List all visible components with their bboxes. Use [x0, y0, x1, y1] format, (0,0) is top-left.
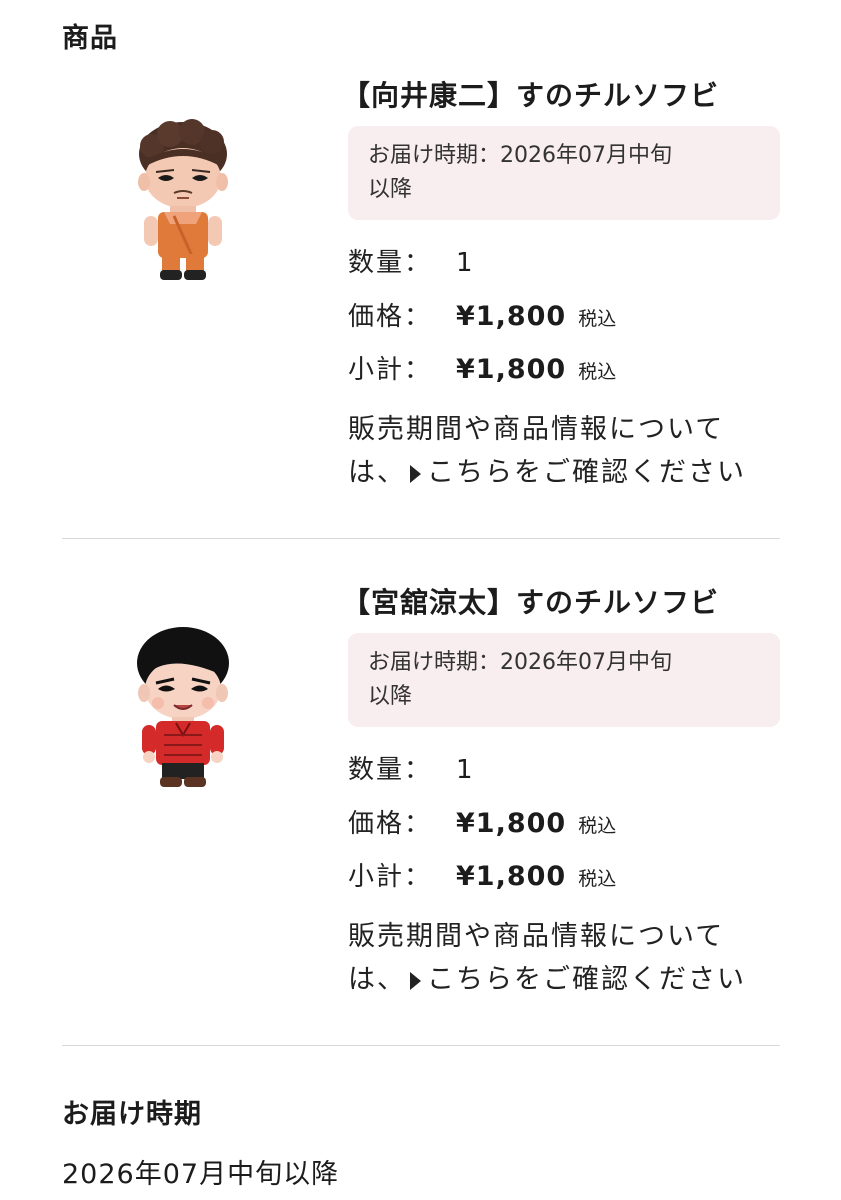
tax-included-label: 税込 [578, 868, 617, 890]
product-info: 【向井康二】すのチルソフビ お届け時期：2026年07月中旬 以降 数量： 1 … [342, 74, 780, 494]
product-image-figure-icon[interactable] [118, 116, 248, 286]
subtotal-label: 小計： [348, 355, 433, 385]
note-line-with-link: は、 こちらをご確認ください [348, 958, 778, 1001]
quantity-value: 1 [456, 248, 474, 278]
caret-right-icon [410, 972, 421, 990]
product-info-note: 販売期間や商品情報について は、 こちらをご確認ください [348, 915, 778, 1001]
price-row: 価格： ¥1,800 税込 [348, 290, 780, 343]
figure-orange-outfit-icon [138, 119, 228, 280]
subtotal-label: 小計： [348, 862, 433, 892]
subtotal-row: 小計： ¥1,800 税込 [348, 343, 780, 396]
product-details-link[interactable]: こちらをご確認ください [427, 964, 746, 995]
subtotal-row: 小計： ¥1,800 税込 [348, 850, 780, 903]
note-prefix: は、 [348, 964, 406, 995]
subtotal-value: ¥1,800 [456, 354, 567, 385]
quantity-label: 数量： [348, 755, 433, 785]
note-prefix: は、 [348, 457, 406, 488]
divider [62, 1045, 780, 1046]
quantity-value: 1 [456, 755, 474, 785]
delivery-period-text-cont: 以降 [368, 684, 413, 709]
product-name[interactable]: 【宮舘涼太】すのチルソフビ [342, 581, 780, 625]
delivery-period-box: お届け時期：2026年07月中旬 以降 [348, 633, 780, 727]
caret-right-icon [410, 465, 421, 483]
note-line-with-link: は、 こちらをご確認ください [348, 451, 778, 494]
price-value: ¥1,800 [456, 301, 567, 332]
quantity-row: 数量： 1 [348, 237, 780, 290]
delivery-period-text: お届け時期：2026年07月中旬 [368, 143, 672, 168]
delivery-period-text-cont: 以降 [368, 177, 413, 202]
delivery-period-box: お届け時期：2026年07月中旬 以降 [348, 126, 780, 220]
product-image-figure-icon[interactable] [118, 623, 248, 793]
order-summary-page: 商品 【向井康二】すのチルソフビ お届け時期：2026年07月中旬 以降 数量：… [0, 0, 841, 1200]
delivery-value: 2026年07月中旬以降 [62, 1159, 340, 1190]
price-label: 価格： [348, 302, 433, 332]
product-info: 【宮舘涼太】すのチルソフビ お届け時期：2026年07月中旬 以降 数量： 1 … [342, 581, 780, 1001]
divider [62, 538, 780, 539]
price-value: ¥1,800 [456, 808, 567, 839]
note-line: 販売期間や商品情報について [348, 414, 725, 445]
product-info-note: 販売期間や商品情報について は、 こちらをご確認ください [348, 408, 778, 494]
quantity-row: 数量： 1 [348, 744, 780, 797]
note-line: 販売期間や商品情報について [348, 921, 725, 952]
price-label: 価格： [348, 809, 433, 839]
delivery-heading: お届け時期 [62, 1099, 202, 1130]
product-details-link[interactable]: こちらをご確認ください [427, 457, 746, 488]
price-row: 価格： ¥1,800 税込 [348, 797, 780, 850]
tax-included-label: 税込 [578, 361, 617, 383]
product-name[interactable]: 【向井康二】すのチルソフビ [342, 74, 780, 118]
subtotal-value: ¥1,800 [456, 861, 567, 892]
tax-included-label: 税込 [578, 308, 617, 330]
tax-included-label: 税込 [578, 815, 617, 837]
section-title: 商品 [62, 23, 118, 54]
delivery-period-text: お届け時期：2026年07月中旬 [368, 650, 672, 675]
figure-red-jacket-icon [137, 627, 229, 787]
quantity-label: 数量： [348, 248, 433, 278]
